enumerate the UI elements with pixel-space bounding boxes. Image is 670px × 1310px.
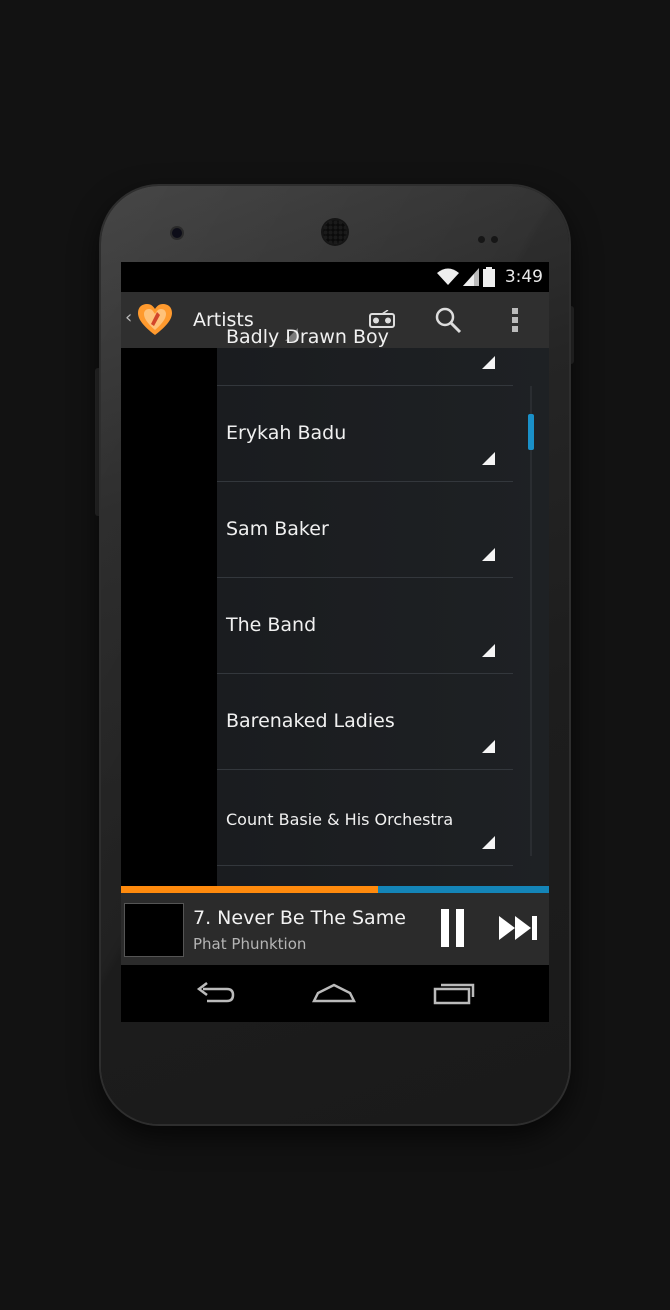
cell-signal-icon [462,268,479,286]
list-item[interactable]: Count Basie & His Orchestra [217,770,513,866]
playback-progress-fill [121,886,378,893]
track-artist: Phat Phunktion [193,935,307,953]
artist-name: The Band [226,614,317,636]
album-art[interactable] [124,903,184,957]
now-playing-bar[interactable]: 7. Never Be The Same Phat Phunktion [121,893,549,965]
context-menu-indicator[interactable] [482,644,495,657]
context-menu-indicator[interactable] [482,836,495,849]
status-clock: 3:49 [504,267,543,287]
alphabet-gutter [121,348,217,886]
wifi-icon [436,268,459,285]
artist-name: Count Basie & His Orchestra [226,810,454,829]
scrollbar-track[interactable] [530,386,532,856]
context-menu-indicator[interactable] [482,356,495,369]
list-item[interactable]: Sam Baker [217,482,513,578]
artist-name: Badly Drawn Boy [226,326,389,348]
home-nav-icon[interactable] [312,979,356,1007]
list-item[interactable]: Erykah Badu [217,386,513,482]
list-item[interactable]: Badly Drawn Boy [217,290,513,386]
front-camera [172,228,182,238]
up-caret-icon[interactable]: ‹ [125,307,132,328]
screen: 3:49 ‹ Artists Badly Drawn Boy Erykah Ba… [121,262,549,1022]
artist-name: Erykah Badu [226,422,347,444]
heart-logo-icon[interactable] [137,302,173,338]
scrollbar-thumb[interactable] [528,414,534,450]
artist-list-container: Badly Drawn Boy Erykah Badu Sam Baker Th… [121,326,549,886]
playback-progress-bar[interactable] [121,886,549,893]
proximity-sensors [478,228,504,243]
pause-icon[interactable] [439,909,467,949]
earpiece-speaker [323,220,347,244]
recents-nav-icon[interactable] [432,979,476,1007]
back-nav-icon[interactable] [193,979,237,1007]
artist-name: Sam Baker [226,518,329,540]
track-title: 7. Never Be The Same [193,907,406,929]
list-item[interactable]: The Band [217,578,513,674]
system-nav-bar [121,965,549,1022]
context-menu-indicator[interactable] [482,548,495,561]
battery-icon [482,267,495,287]
list-item[interactable]: Barenaked Ladies [217,674,513,770]
context-menu-indicator[interactable] [482,740,495,753]
context-menu-indicator[interactable] [482,452,495,465]
skip-next-icon[interactable] [497,913,539,943]
artist-name: Barenaked Ladies [226,710,395,732]
status-bar: 3:49 [121,262,549,292]
artist-list: Badly Drawn Boy Erykah Badu Sam Baker Th… [217,290,513,866]
